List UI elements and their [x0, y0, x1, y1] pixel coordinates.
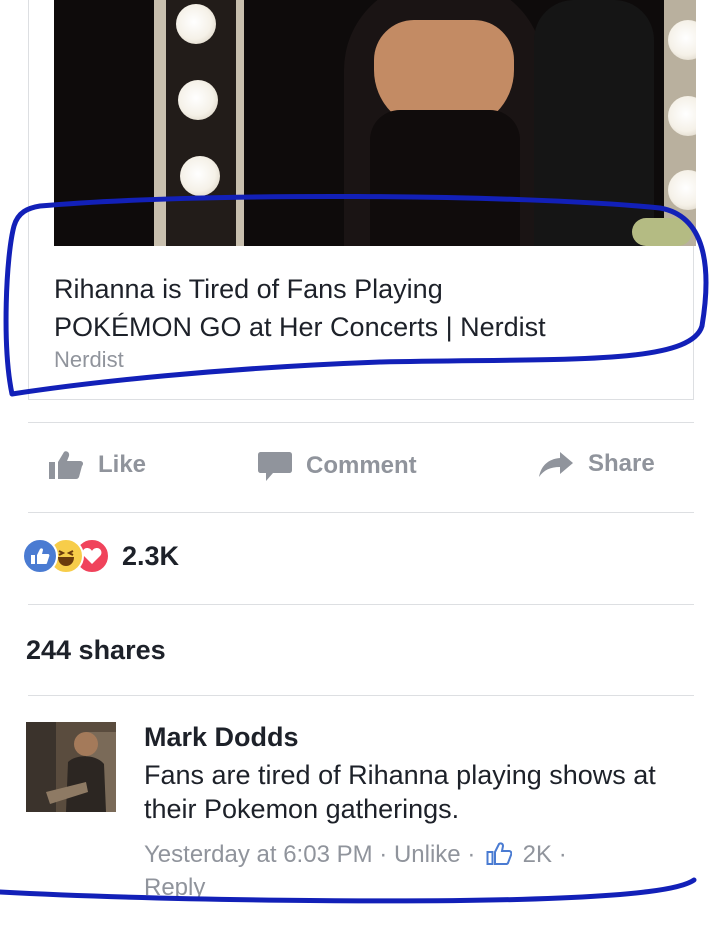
action-bar: Like Comment Share — [28, 422, 694, 512]
avatar[interactable] — [26, 722, 116, 812]
article-title[interactable]: Rihanna is Tired of Fans Playing POKÉMON… — [54, 270, 684, 346]
link-preview-card[interactable]: Rihanna is Tired of Fans Playing POKÉMON… — [28, 0, 696, 400]
like-button[interactable]: Like — [48, 450, 146, 480]
reactions-summary[interactable]: 2.3K — [22, 538, 179, 574]
share-label: Share — [588, 450, 655, 477]
comment-button[interactable]: Comment — [258, 450, 417, 482]
mirror-bulb — [176, 4, 216, 44]
shares-count[interactable]: 244 shares — [26, 635, 166, 666]
mirror-bulb — [180, 156, 220, 196]
article-title-line: POKÉMON GO at Her Concerts | Nerdist — [54, 312, 546, 342]
unlike-link[interactable]: Unlike — [394, 841, 461, 868]
comment-timestamp[interactable]: Yesterday at 6:03 PM — [144, 841, 373, 868]
divider — [28, 604, 694, 605]
comment-text: Fans are tired of Rihanna playing shows … — [144, 760, 656, 824]
comment-meta: Yesterday at 6:03 PM · Unlike · 2K · Rep… — [144, 841, 567, 901]
like-label: Like — [98, 451, 147, 478]
article-title-line: Rihanna is Tired of Fans Playing — [54, 274, 443, 304]
like-reaction-icon — [22, 538, 58, 574]
comment-like-count[interactable]: 2K — [523, 841, 552, 868]
divider — [28, 695, 694, 696]
mirror-bulb — [178, 80, 218, 120]
photo-flowers — [632, 218, 692, 246]
thumbs-up-icon — [49, 451, 84, 479]
comment-like-icon — [486, 842, 512, 865]
reaction-count: 2.3K — [122, 540, 180, 571]
article-source: Nerdist — [54, 347, 124, 372]
article-photo[interactable] — [54, 0, 696, 246]
comment-bubble-icon — [258, 452, 292, 481]
reply-link[interactable]: Reply — [144, 874, 205, 901]
divider — [28, 512, 694, 513]
share-arrow-icon — [539, 452, 573, 477]
share-button[interactable]: Share — [538, 450, 655, 478]
photo-background-person — [534, 0, 654, 246]
comment-author[interactable]: Mark Dodds — [144, 722, 299, 753]
comment-label: Comment — [306, 452, 417, 479]
